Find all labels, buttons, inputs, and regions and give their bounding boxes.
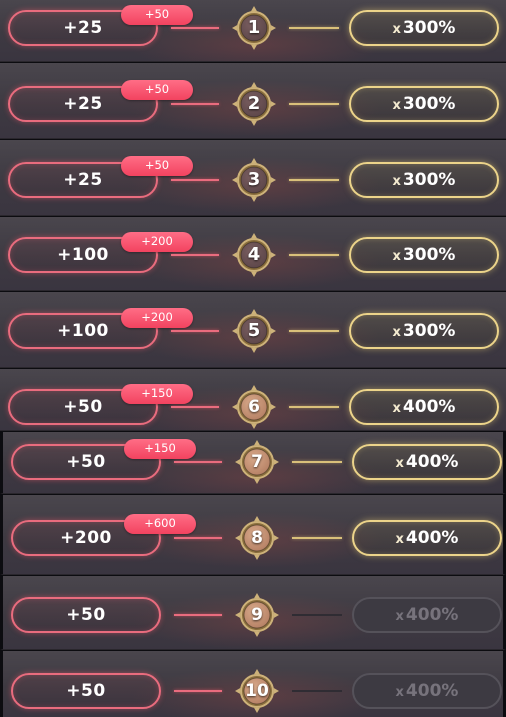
connector-left	[174, 461, 222, 463]
multiplier-prefix: x	[395, 456, 404, 471]
multiplier-prefix: x	[392, 22, 401, 37]
multiplier-pill[interactable]: x 400%	[352, 520, 502, 556]
tier-row: +50 +150 7 x 400%	[0, 432, 506, 494]
connector-left	[171, 27, 219, 29]
tier-row: +100 +200 5 x 300%	[0, 292, 506, 368]
multiplier-pill[interactable]: x 300%	[349, 313, 499, 349]
bonus-badge: +200	[121, 232, 193, 252]
multiplier-prefix: x	[395, 532, 404, 547]
multiplier-prefix: x	[395, 609, 404, 624]
multiplier-value: 300%	[402, 18, 456, 38]
tier-row: +100 +200 4 x 300%	[0, 217, 506, 291]
connector-left	[171, 103, 219, 105]
connector-right	[289, 179, 339, 181]
level-emblem[interactable]: 2	[231, 81, 277, 127]
level-number: 5	[247, 320, 261, 341]
multiplier-prefix: x	[392, 401, 401, 416]
bonus-badge: +150	[124, 439, 196, 459]
tier-reward-track: +25 +50 1 x 300% +25 +50 2 x 300% +25 +50	[0, 0, 506, 717]
multiplier-pill[interactable]: x 300%	[349, 86, 499, 122]
multiplier-value: 400%	[405, 681, 459, 701]
level-emblem[interactable]: 1	[231, 5, 277, 51]
connector-right	[292, 461, 342, 463]
tier-row: +50 10 x 400%	[0, 651, 506, 717]
multiplier-pill-locked[interactable]: x 400%	[352, 597, 502, 633]
level-number: 10	[245, 681, 269, 701]
multiplier-prefix: x	[395, 685, 404, 700]
bonus-badge: +600	[124, 514, 196, 534]
connector-right	[292, 614, 342, 616]
bonus-badge: +50	[121, 156, 193, 176]
level-emblem[interactable]: 4	[231, 232, 277, 278]
multiplier-value: 300%	[402, 170, 456, 190]
bonus-badge: +50	[121, 5, 193, 25]
multiplier-pill[interactable]: x 300%	[349, 162, 499, 198]
level-emblem[interactable]: 9	[234, 592, 280, 638]
multiplier-pill[interactable]: x 400%	[352, 444, 502, 480]
tier-row: +200 +600 8 x 400%	[0, 495, 506, 575]
level-number: 4	[247, 244, 261, 265]
multiplier-value: 400%	[405, 528, 459, 548]
reward-pill[interactable]: +50	[11, 597, 161, 633]
multiplier-prefix: x	[392, 174, 401, 189]
multiplier-prefix: x	[392, 325, 401, 340]
bonus-badge: +50	[121, 80, 193, 100]
multiplier-value: 400%	[405, 452, 459, 472]
multiplier-value: 400%	[402, 397, 456, 417]
level-number: 6	[248, 397, 260, 417]
reward-pill[interactable]: +50	[11, 673, 161, 709]
level-emblem[interactable]: 10	[234, 668, 280, 714]
multiplier-prefix: x	[392, 98, 401, 113]
level-emblem[interactable]: 6	[231, 384, 277, 430]
bonus-badge: +200	[121, 308, 193, 328]
bonus-badge: +150	[121, 384, 193, 404]
level-number: 9	[251, 605, 263, 625]
connector-left	[171, 406, 219, 408]
level-emblem[interactable]: 5	[231, 308, 277, 354]
tier-row: +50 9 x 400%	[0, 576, 506, 650]
level-number: 8	[251, 528, 263, 548]
connector-right	[289, 103, 339, 105]
connector-left	[174, 690, 222, 692]
multiplier-pill[interactable]: x 300%	[349, 10, 499, 46]
level-emblem[interactable]: 8	[234, 515, 280, 561]
tier-row: +25 +50 1 x 300%	[0, 0, 506, 62]
multiplier-pill-locked[interactable]: x 400%	[352, 673, 502, 709]
connector-right	[289, 254, 339, 256]
level-emblem[interactable]: 3	[231, 157, 277, 203]
multiplier-value: 400%	[405, 605, 459, 625]
connector-right	[289, 330, 339, 332]
tier-row: +25 +50 3 x 300%	[0, 140, 506, 216]
connector-left	[171, 254, 219, 256]
tier-row: +25 +50 2 x 300%	[0, 63, 506, 139]
level-number: 7	[251, 452, 263, 472]
connector-right	[292, 537, 342, 539]
multiplier-prefix: x	[392, 249, 401, 264]
connector-left	[174, 614, 222, 616]
level-number: 2	[247, 93, 261, 114]
multiplier-value: 300%	[402, 245, 456, 265]
connector-left	[171, 179, 219, 181]
level-number: 3	[247, 169, 261, 190]
multiplier-value: 300%	[402, 94, 456, 114]
multiplier-pill[interactable]: x 400%	[349, 389, 499, 425]
multiplier-pill[interactable]: x 300%	[349, 237, 499, 273]
connector-right	[292, 690, 342, 692]
multiplier-value: 300%	[402, 321, 456, 341]
connector-right	[289, 27, 339, 29]
connector-left	[174, 537, 222, 539]
tier-row: +50 +150 6 x 400%	[0, 369, 506, 431]
level-number: 1	[247, 17, 261, 38]
connector-right	[289, 406, 339, 408]
level-emblem[interactable]: 7	[234, 439, 280, 485]
connector-left	[171, 330, 219, 332]
